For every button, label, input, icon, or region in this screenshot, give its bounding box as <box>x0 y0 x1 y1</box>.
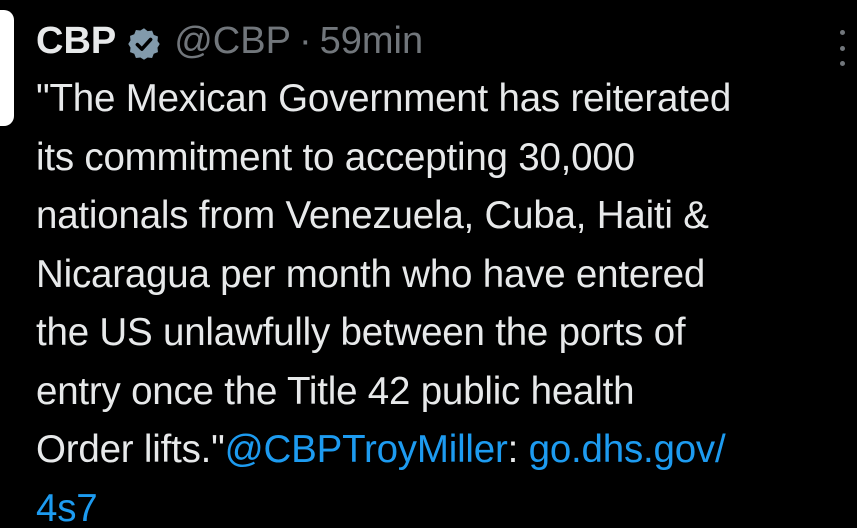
tweet-text: "The Mexican Government has reiterated i… <box>36 70 851 528</box>
tweet-text-line: entry once the Title 42 public health <box>36 369 635 413</box>
url-link-continued[interactable]: 4s7 <box>36 487 98 528</box>
verified-badge-icon <box>126 23 162 60</box>
tweet-text-line: "The Mexican Government has reiterated <box>36 77 732 120</box>
tweet-text-line: its commitment to accepting 30,000 <box>36 135 635 179</box>
tweet-text-line: Nicaragua per month who have entered <box>36 252 706 296</box>
avatar[interactable] <box>0 10 14 126</box>
tweet-text-line: nationals from Venezuela, Cuba, Haiti & <box>36 194 709 237</box>
more-dot <box>839 30 845 35</box>
tweet-text-line: the US unlawfully between the ports of <box>36 311 686 354</box>
url-link[interactable]: go.dhs.gov/ <box>529 428 726 471</box>
more-options-icon[interactable] <box>837 30 847 66</box>
timestamp[interactable]: 59min <box>320 14 424 68</box>
tweet-text-line: Order lifts."@CBPTroyMiller: go.dhs.gov/ <box>36 421 851 480</box>
tweet-text-segment: Order lifts." <box>36 428 225 471</box>
mention-link[interactable]: @CBPTroyMiller <box>225 428 508 471</box>
tweet-card[interactable]: CBP @CBP · 59min "The Mexican Government… <box>0 0 857 528</box>
more-dot <box>839 45 845 51</box>
author-handle[interactable]: @CBP <box>174 14 291 68</box>
separator-dot: · <box>298 20 312 62</box>
tweet-text-line: 4s7 <box>36 480 851 528</box>
more-dot <box>839 61 845 66</box>
mention-suffix: : <box>507 428 519 471</box>
tweet-header: CBP @CBP · 59min <box>36 14 423 68</box>
author-name[interactable]: CBP <box>36 14 116 68</box>
